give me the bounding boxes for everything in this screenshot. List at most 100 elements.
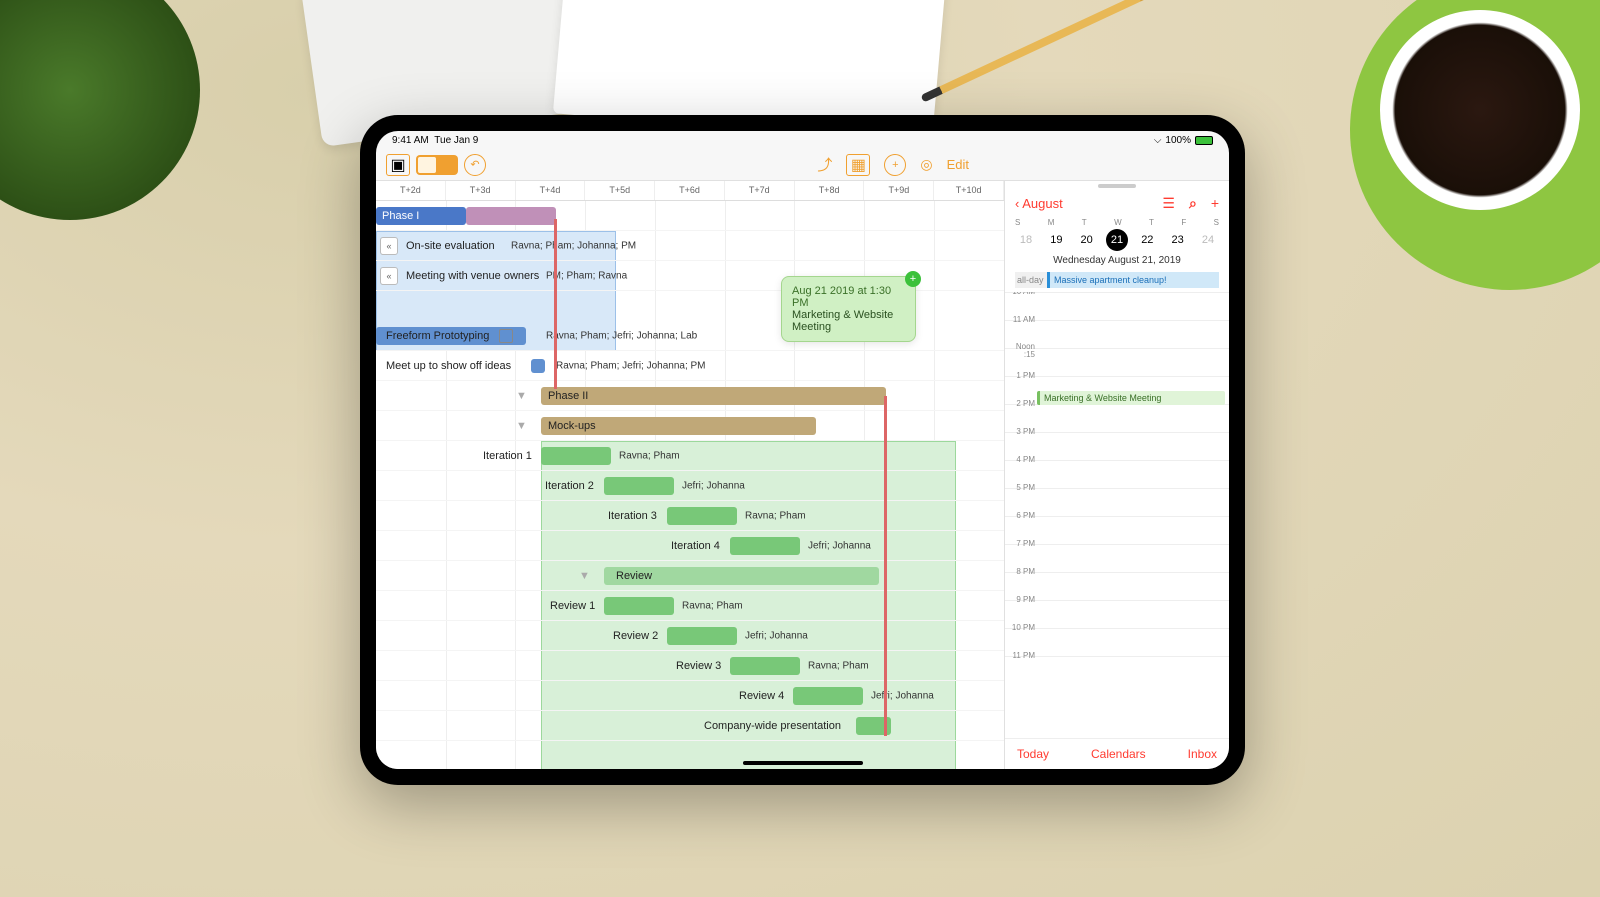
view-segmented-control[interactable] (416, 155, 458, 175)
share-icon[interactable]: ⤴ (817, 154, 832, 175)
chevron-down-icon[interactable]: ▼ (516, 390, 527, 402)
rev2-bar[interactable] (667, 627, 737, 645)
status-time: 9:41 AM (392, 135, 429, 146)
wifi-icon: ⌵ (1154, 135, 1162, 146)
coffee-cup-prop (1380, 10, 1580, 210)
panel-grabber[interactable] (1098, 184, 1136, 188)
rev1-label: Review 1 (550, 600, 595, 612)
onsite-label: On-site evaluation (406, 240, 495, 252)
iter3-assignees: Ravna; Pham (745, 510, 806, 521)
status-date: Tue Jan 9 (434, 135, 478, 146)
iter2-assignees: Jefri; Johanna (682, 480, 745, 491)
home-indicator[interactable] (743, 761, 863, 765)
collapse-button[interactable]: « (380, 237, 398, 255)
timeline-col: T+10d (934, 181, 1004, 200)
event-title: Marketing & Website Meeting (792, 309, 905, 333)
company-label: Company-wide presentation (704, 720, 841, 732)
venue-assignees: PM; Pham; Ravna (546, 270, 627, 281)
event-datetime: Aug 21 2019 at 1:30 PM (792, 285, 905, 309)
inbox-button[interactable]: Inbox (1188, 747, 1217, 761)
calendar-panel: ‹ August ☰ ⌕ + SMTWTFS 18 19 20 (1004, 181, 1229, 769)
timeline-col: T+8d (795, 181, 865, 200)
calendar-dates[interactable]: 18 19 20 21 22 23 24 (1015, 229, 1219, 251)
iter1-assignees: Ravna; Pham (619, 450, 680, 461)
timeline-col: T+7d (725, 181, 795, 200)
review-label: Review (616, 570, 652, 582)
rev2-assignees: Jefri; Johanna (745, 630, 808, 641)
undo-button[interactable]: ↶ (464, 154, 486, 176)
chevron-down-icon[interactable]: ▼ (516, 420, 527, 432)
timeline-header: T+2d T+3d T+4d T+5d T+6d T+7d T+8d T+9d … (376, 181, 1004, 201)
calendar-back-button[interactable]: ‹ August (1015, 196, 1063, 211)
iter4-label: Iteration 4 (671, 540, 720, 552)
add-task-button[interactable]: + (884, 154, 906, 176)
folder-button[interactable]: ▣ (386, 154, 410, 176)
rev2-label: Review 2 (613, 630, 658, 642)
phase2-label: Phase II (548, 390, 588, 402)
ipad-screen: 9:41 AM Tue Jan 9 ⌵ 100% ▣ ↶ ⤴ ▦ + ◎ Edi… (376, 131, 1229, 769)
battery-icon (1195, 136, 1213, 145)
dragged-event-card[interactable]: + Aug 21 2019 at 1:30 PM Marketing & Web… (781, 276, 916, 342)
plus-badge-icon: + (905, 271, 921, 287)
allday-row: all-day Massive apartment cleanup! (1015, 272, 1219, 288)
app-toolbar: ▣ ↶ ⤴ ▦ + ◎ Edit (376, 149, 1229, 181)
rev4-bar[interactable] (793, 687, 863, 705)
ipad-frame: 9:41 AM Tue Jan 9 ⌵ 100% ▣ ↶ ⤴ ▦ + ◎ Edi… (360, 115, 1245, 785)
chevron-down-icon[interactable]: ▼ (579, 570, 590, 582)
dependency-line (554, 219, 557, 389)
edit-button[interactable]: Edit (947, 157, 969, 172)
gantt-body[interactable]: Phase I « On-site evaluation Ravna; Pham… (376, 201, 1004, 769)
iter1-label: Iteration 1 (483, 450, 532, 462)
allday-event[interactable]: Massive apartment cleanup! (1047, 272, 1219, 288)
freeform-assignees: Ravna; Pham; Jefri; Johanna; Lab (546, 330, 697, 341)
phase2-bar[interactable] (541, 387, 886, 405)
calendar-event[interactable]: Marketing & Website Meeting (1037, 391, 1225, 405)
iter3-label: Iteration 3 (608, 510, 657, 522)
allday-label: all-day (1015, 272, 1047, 288)
calendar-full-date: Wednesday August 21, 2019 (1015, 255, 1219, 266)
notes-icon[interactable] (499, 329, 513, 343)
freeform-label: Freeform Prototyping (386, 330, 489, 342)
collapse-button[interactable]: « (380, 267, 398, 285)
iter2-label: Iteration 2 (545, 480, 594, 492)
battery-percent: 100% (1165, 135, 1191, 146)
timeline-col: T+2d (376, 181, 446, 200)
rev3-assignees: Ravna; Pham (808, 660, 869, 671)
add-event-icon[interactable]: + (1211, 195, 1219, 212)
mockups-label: Mock-ups (548, 420, 596, 432)
weekday-labels: SMTWTFS (1015, 218, 1219, 227)
phase1-label: Phase I (382, 210, 419, 222)
search-icon[interactable]: ⌕ (1189, 195, 1197, 212)
list-view-icon[interactable]: ☰ (1162, 195, 1175, 212)
iter4-assignees: Jefri; Johanna (808, 540, 871, 551)
timeline-col: T+9d (864, 181, 934, 200)
onsite-assignees: Ravna; Pham; Johanna; PM (511, 240, 636, 251)
rev1-assignees: Ravna; Pham (682, 600, 743, 611)
gantt-chart[interactable]: T+2d T+3d T+4d T+5d T+6d T+7d T+8d T+9d … (376, 181, 1004, 769)
calendar-hours[interactable]: 10 AM 11 AM Noon:15 1 PM 2 PM Marketing … (1005, 292, 1229, 738)
timeline-col: T+3d (446, 181, 516, 200)
calendar-footer: Today Calendars Inbox (1005, 738, 1229, 769)
phase1-bar-ext[interactable] (466, 207, 556, 225)
rev4-assignees: Jefri; Johanna (871, 690, 934, 701)
timeline-col: T+4d (516, 181, 586, 200)
iter3-bar[interactable] (667, 507, 737, 525)
iter1-bar[interactable] (541, 447, 611, 465)
meetup-assignees: Ravna; Pham; Jefri; Johanna; PM (556, 360, 706, 371)
meetup-label: Meet up to show off ideas (386, 360, 511, 372)
venue-label: Meeting with venue owners (406, 270, 539, 282)
main-area: T+2d T+3d T+4d T+5d T+6d T+7d T+8d T+9d … (376, 181, 1229, 769)
iter2-bar[interactable] (604, 477, 674, 495)
timeline-col: T+5d (585, 181, 655, 200)
rev1-bar[interactable] (604, 597, 674, 615)
rev3-label: Review 3 (676, 660, 721, 672)
view-options-icon[interactable]: ◎ (920, 156, 932, 173)
meetup-milestone[interactable] (531, 359, 545, 373)
iter4-bar[interactable] (730, 537, 800, 555)
calendars-button[interactable]: Calendars (1091, 747, 1146, 761)
dependency-line (884, 396, 887, 736)
rev4-label: Review 4 (739, 690, 784, 702)
today-button[interactable]: Today (1017, 747, 1049, 761)
inspector-button[interactable]: ▦ (846, 154, 870, 176)
rev3-bar[interactable] (730, 657, 800, 675)
